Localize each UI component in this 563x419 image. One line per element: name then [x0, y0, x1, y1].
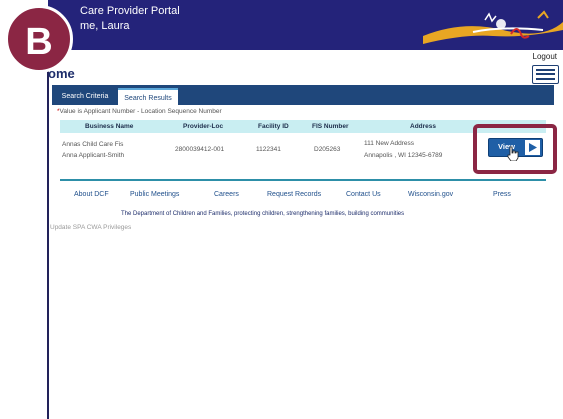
cell-provider-loc: 2800039412-001: [175, 146, 225, 153]
cell-facility-id: 1122341: [256, 146, 281, 153]
play-icon: [525, 140, 540, 155]
tab-search-criteria[interactable]: Search Criteria: [52, 88, 118, 105]
cell-fis-number: D205263: [314, 146, 341, 153]
page-left-border: [47, 50, 49, 419]
cell-address-city: Annapolis , WI 12345-6789: [364, 152, 443, 159]
footer-link-request-records[interactable]: Request Records: [267, 191, 321, 198]
footer-link-press[interactable]: Press: [493, 191, 511, 198]
column-header-facility-id: Facility ID: [258, 123, 289, 130]
cell-business-name: Annas Child Care Fis: [62, 141, 124, 148]
logout-link[interactable]: Logout: [533, 52, 557, 61]
tab-search-results[interactable]: Search Results: [118, 88, 178, 105]
footer-link-public-meetings[interactable]: Public Meetings: [130, 191, 179, 198]
column-header-address: Address: [410, 123, 437, 130]
footer-link-careers[interactable]: Careers: [214, 191, 239, 198]
results-note: *Value is Applicant Number - Location Se…: [57, 108, 222, 115]
tab-bar: Search Criteria Search Results: [52, 85, 554, 105]
cell-address-street: 111 New Address: [364, 140, 414, 147]
page-title: ome: [48, 66, 75, 81]
welcome-text: me, Laura: [80, 20, 130, 32]
state-logo-icon: [423, 10, 563, 44]
portal-title: Care Provider Portal: [80, 5, 180, 17]
step-badge: B: [5, 5, 73, 73]
portal-header: Care Provider Portal me, Laura: [48, 0, 563, 50]
footer-tagline: The Department of Children and Families,…: [121, 211, 405, 217]
update-privileges-link[interactable]: Update SPA CWA Privileges: [50, 224, 131, 231]
footer-link-wisconsin-gov[interactable]: Wisconsin.gov: [408, 191, 453, 198]
footer-link-about-dcf[interactable]: About DCF: [74, 191, 109, 198]
results-note-text: Value is Applicant Number - Location Seq…: [59, 108, 222, 115]
column-header-provider-loc: Provider-Loc: [183, 123, 224, 130]
hamburger-menu-icon[interactable]: [532, 65, 559, 84]
hand-cursor-icon: [507, 146, 519, 161]
column-header-fis-number: FIS Number: [312, 123, 349, 130]
cell-applicant-name: Anna Applicant-Smith: [62, 152, 125, 159]
footer-link-contact-us[interactable]: Contact Us: [346, 191, 381, 198]
column-header-business-name: Business Name: [85, 123, 134, 130]
footer-divider: [60, 179, 546, 181]
